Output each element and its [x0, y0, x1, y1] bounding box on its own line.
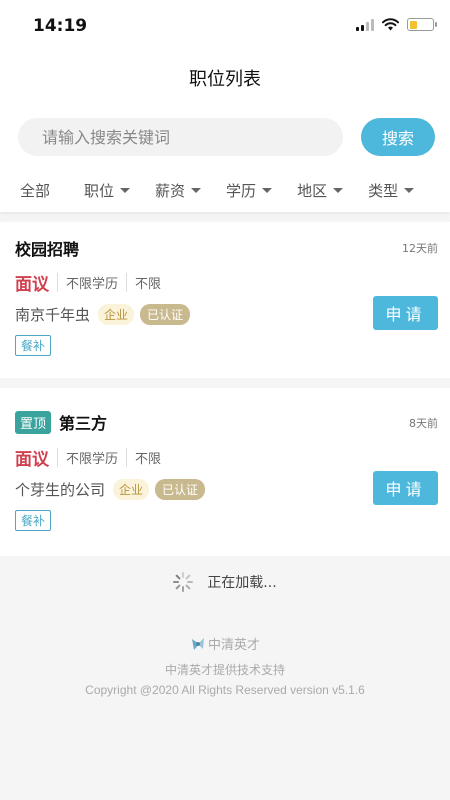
filter-position[interactable]: 职位	[84, 180, 131, 201]
footer-brand: 中清英才	[0, 634, 450, 653]
search-button[interactable]: 搜索	[361, 118, 435, 156]
filter-label: 学历	[226, 181, 257, 200]
loading-text: 正在加载...	[207, 575, 277, 591]
page-title: 职位列表	[189, 69, 261, 90]
filter-label: 职位	[84, 181, 115, 200]
company-row: 个芽生的公司 企业 已认证	[15, 479, 206, 500]
search-bar: 搜索	[0, 106, 450, 168]
company-row: 南京千年虫 企业 已认证	[15, 304, 191, 325]
job-title-row: 置顶 第三方	[15, 410, 107, 434]
filter-label: 全部	[20, 181, 51, 200]
filter-type[interactable]: 类型	[368, 180, 415, 201]
job-title-row: 校园招聘	[15, 236, 79, 260]
experience-requirement: 不限	[126, 273, 169, 292]
filter-salary[interactable]: 薪资	[155, 180, 202, 201]
filter-region[interactable]: 地区	[297, 180, 344, 201]
pinned-badge: 置顶	[15, 410, 52, 434]
spinner-spoke	[175, 584, 182, 590]
loading-indicator: 正在加载...	[0, 572, 450, 592]
verified-tag: 已认证	[140, 304, 191, 325]
spinner-spoke	[185, 574, 192, 580]
job-card[interactable]: 校园招聘 12天前 面议 不限学历 不限 南京千年虫 企业 已认证 申请 餐补	[0, 222, 450, 378]
apply-button[interactable]: 申请	[373, 471, 438, 505]
posted-time: 12天前	[402, 242, 438, 255]
filter-label: 薪资	[155, 181, 186, 200]
company-name: 南京千年虫	[15, 306, 91, 324]
chevron-down-icon	[333, 187, 344, 193]
job-title: 校园招聘	[15, 240, 80, 259]
spinner-spoke	[182, 572, 185, 578]
job-card[interactable]: 置顶 第三方 8天前 面议 不限学历 不限 个芽生的公司 企业 已认证 申请 餐…	[0, 388, 450, 556]
salary: 面议	[15, 275, 49, 295]
job-title: 第三方	[59, 414, 108, 433]
status-icons	[356, 18, 437, 31]
chevron-down-icon	[191, 187, 202, 193]
filter-education[interactable]: 学历	[226, 180, 273, 201]
chevron-down-icon	[262, 187, 273, 193]
education-requirement: 不限学历	[57, 273, 126, 292]
benefit-tag: 餐补	[15, 510, 52, 531]
tech-support-text: 中清英才提供技术支持	[164, 663, 285, 677]
signal-icon	[356, 18, 374, 31]
filter-label: 地区	[297, 181, 328, 200]
brand-name: 中清英才	[207, 638, 260, 653]
company-type-tag: 企业	[98, 304, 135, 325]
salary: 面议	[15, 450, 49, 470]
company-type-tag: 企业	[113, 479, 150, 500]
wifi-icon	[382, 18, 399, 31]
spinner-spoke	[185, 584, 192, 590]
spinner-spoke	[187, 581, 194, 583]
loading-spinner-icon	[173, 572, 194, 592]
company-name: 个芽生的公司	[15, 481, 106, 499]
filter-label: 类型	[368, 181, 399, 200]
filter-bar: 全部 职位 薪资 学历 地区 类型	[0, 168, 450, 212]
status-bar: 14:19	[0, 0, 450, 56]
chevron-down-icon	[120, 187, 131, 193]
requirements-row: 面议 不限学历 不限	[15, 445, 169, 470]
battery-icon	[407, 18, 437, 31]
battery-level	[409, 20, 418, 29]
search-input[interactable]	[18, 118, 343, 156]
benefit-tag: 餐补	[15, 335, 52, 356]
status-time: 14:19	[33, 16, 88, 36]
filter-all[interactable]: 全部	[20, 180, 50, 201]
education-requirement: 不限学历	[57, 448, 126, 467]
brand-logo-icon	[191, 637, 204, 650]
posted-time: 8天前	[409, 417, 438, 430]
chevron-down-icon	[404, 187, 415, 193]
verified-tag: 已认证	[155, 479, 206, 500]
copyright-text: Copyright @2020 All Rights Reserved vers…	[85, 683, 365, 697]
experience-requirement: 不限	[126, 448, 169, 467]
apply-button[interactable]: 申请	[373, 296, 438, 330]
spinner-spoke	[182, 586, 185, 592]
nav-bar: 职位列表	[0, 56, 450, 106]
footer: 中清英才 中清英才提供技术支持 Copyright @2020 All Righ…	[0, 634, 450, 697]
spinner-spoke	[173, 581, 180, 583]
spinner-spoke	[175, 574, 182, 580]
requirements-row: 面议 不限学历 不限	[15, 270, 169, 295]
